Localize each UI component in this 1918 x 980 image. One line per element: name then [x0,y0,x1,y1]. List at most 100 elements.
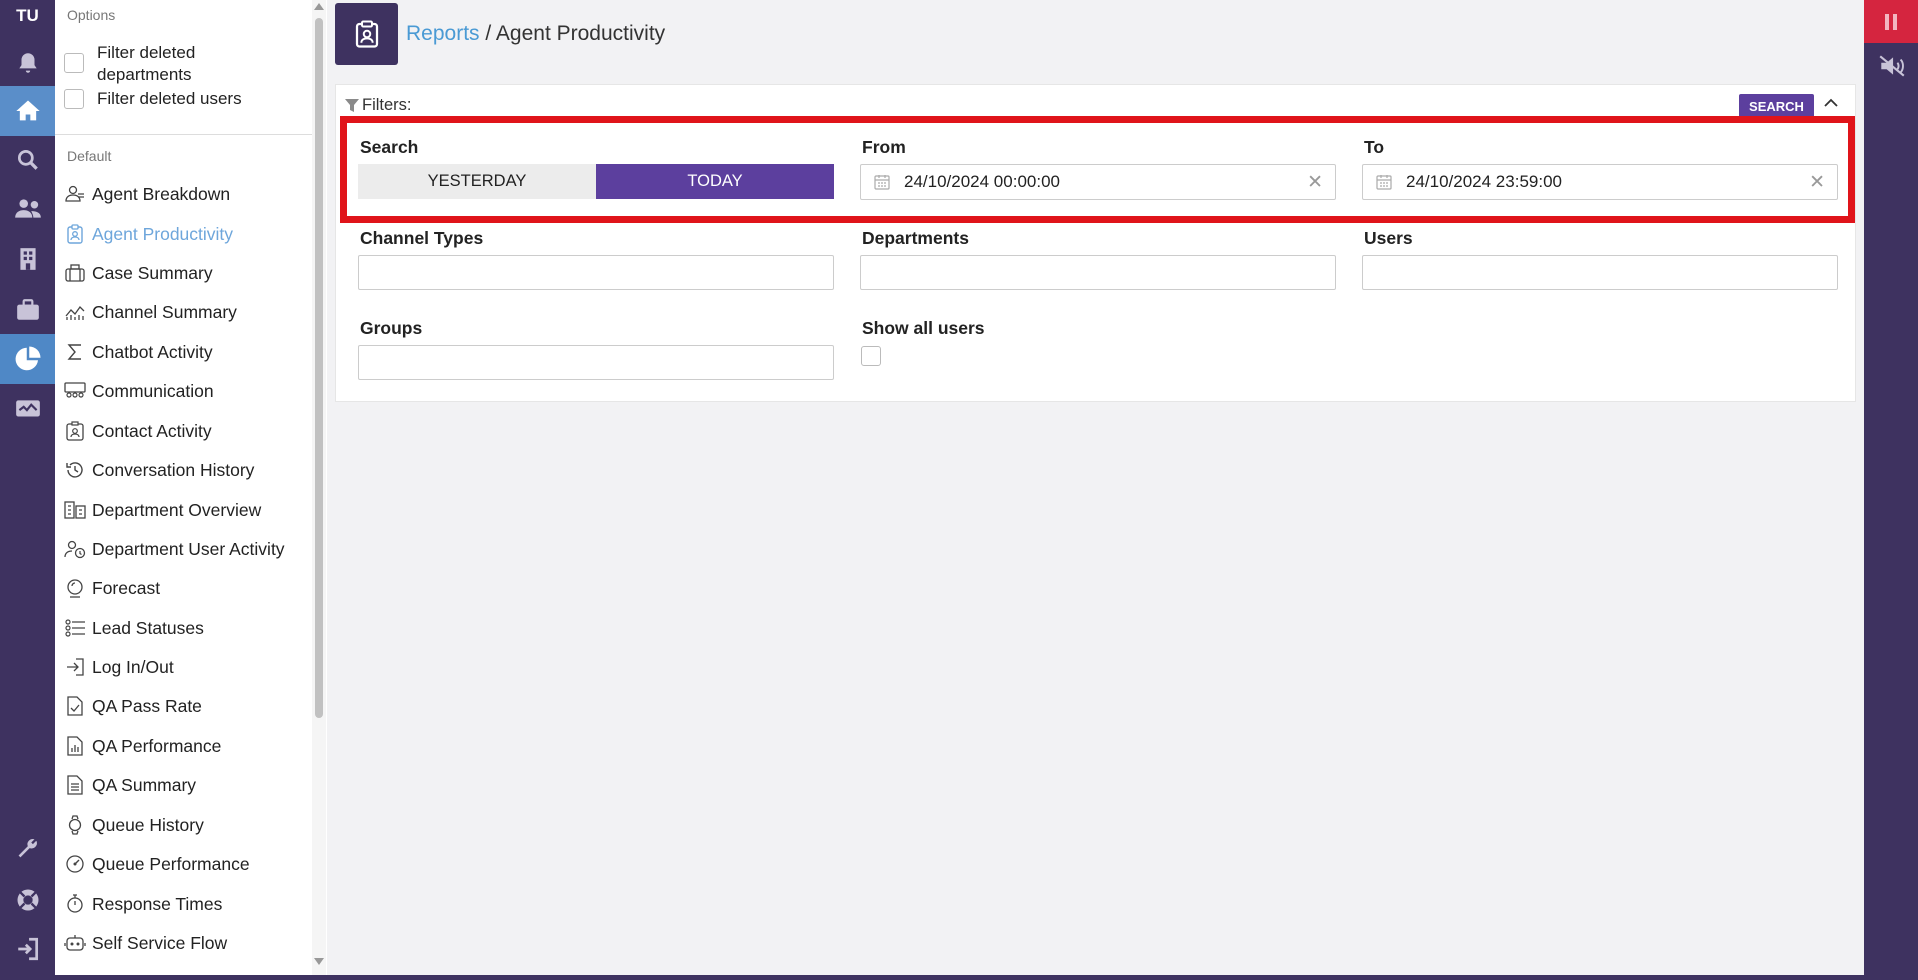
pause-button[interactable] [1864,0,1918,43]
history-icon [64,459,86,481]
briefcase-icon [64,262,86,284]
options-heading: Options [67,7,116,23]
show-all-users-checkbox[interactable] [861,346,881,366]
to-date-field[interactable]: 24/10/2024 23:59:00 ✕ [1362,164,1838,200]
sidebar-divider [55,134,313,135]
users-icon[interactable] [0,184,55,234]
sidebar-item-label: QA Pass Rate [92,695,202,716]
sidebar-item-channel-summary[interactable]: Channel Summary [64,298,237,326]
calendar-icon [1376,174,1392,190]
wrench-icon[interactable] [0,824,55,874]
mute-icon[interactable] [1877,53,1907,84]
filters-panel: Filters: SEARCH Search YESTERDAY TODAY F… [335,84,1856,402]
collapse-chevron-icon[interactable] [1824,95,1838,111]
building-icon[interactable] [0,234,55,284]
filter-deleted-users-checkbox[interactable] [64,89,84,109]
search-label: Search [360,137,419,157]
from-date-field[interactable]: 24/10/2024 00:00:00 ✕ [860,164,1336,200]
sidebar-item-forecast[interactable]: Forecast [64,574,160,602]
sidebar-scrollbar[interactable] [312,0,326,980]
sidebar-item-agent-breakdown[interactable]: Agent Breakdown [64,180,230,208]
sidebar-item-qa-performance[interactable]: QA Performance [64,732,221,760]
filters-header[interactable]: Filters: [345,96,412,115]
user-breakdown-icon [64,183,86,205]
sidebar-item-label: Agent Productivity [92,223,234,244]
bottom-edge [0,975,1918,980]
sidebar-item-conversation-history[interactable]: Conversation History [64,456,254,484]
departments-select[interactable] [860,255,1336,290]
scroll-up-arrow-icon[interactable] [314,3,324,10]
sidebar-item-qa-pass-rate[interactable]: QA Pass Rate [64,692,202,720]
sidebar-item-case-summary[interactable]: Case Summary [64,259,213,287]
yesterday-button[interactable]: YESTERDAY [358,164,596,199]
report-badge [335,3,398,65]
breadcrumb-reports-link[interactable]: Reports [406,22,480,45]
date-preset-toggle: YESTERDAY TODAY [358,164,834,199]
filter-icon [345,99,359,112]
sidebar-item-self-service-flow[interactable]: Self Service Flow [64,929,227,957]
sidebar-item-label: Department User Activity [92,538,285,559]
groups-select[interactable] [358,345,834,380]
line-chart-icon [64,301,86,323]
clear-from-icon[interactable]: ✕ [1307,171,1323,194]
filter-deleted-departments-label: Filter deleted departments [97,43,196,84]
clear-to-icon[interactable]: ✕ [1809,171,1825,194]
sidebar-item-department-overview[interactable]: Department Overview [64,496,261,524]
bell-icon[interactable] [0,38,55,88]
department-icon [64,499,86,521]
doc-check-icon [64,695,86,717]
sidebar-item-label: Self Service Flow [92,932,228,953]
home-icon[interactable] [0,86,55,136]
contact-card-icon [64,420,86,442]
sidebar-item-response-times[interactable]: Response Times [64,890,222,918]
login-icon [64,656,86,678]
sidebar-item-department-user-activity[interactable]: Department User Activity [64,535,285,563]
filter-deleted-users-label: Filter deleted users [97,89,242,108]
breadcrumb: Reports / Agent Productivity [406,22,665,46]
sidebar-item-label: QA Performance [92,735,222,756]
sidebar-item-queue-history[interactable]: Queue History [64,811,204,839]
lifebuoy-icon[interactable] [0,875,55,925]
sidebar-item-label: QA Summary [92,774,197,795]
sidebar-item-chatbot-activity[interactable]: Chatbot Activity [64,338,213,366]
scrollbar-thumb[interactable] [315,18,323,718]
users-select[interactable] [1362,255,1838,290]
search-icon[interactable] [0,135,55,185]
sidebar-item-log-in-out[interactable]: Log In/Out [64,653,174,681]
default-heading: Default [67,148,112,164]
watch-icon [64,814,86,836]
today-button[interactable]: TODAY [596,164,834,199]
sidebar-item-lead-statuses[interactable]: Lead Statuses [64,614,204,642]
to-date-value: 24/10/2024 23:59:00 [1406,172,1562,191]
people-board-icon [64,380,86,402]
groups-label: Groups [360,318,423,338]
sidebar-item-qa-summary[interactable]: QA Summary [64,771,196,799]
channel-types-label: Channel Types [360,228,484,248]
from-label: From [862,137,906,157]
monitor-chart-icon[interactable] [0,384,55,434]
from-date-value: 24/10/2024 00:00:00 [904,172,1060,191]
to-label: To [1364,137,1385,157]
search-button[interactable]: SEARCH [1739,94,1814,118]
pie-chart-icon[interactable] [0,334,55,384]
sidebar-item-agent-productivity[interactable]: Agent Productivity [64,220,233,248]
briefcase-icon[interactable] [0,285,55,335]
gauge-icon [64,853,86,875]
channel-types-select[interactable] [358,255,834,290]
sidebar-item-label: Communication [92,380,214,401]
forecast-icon [64,577,86,599]
calendar-icon [874,174,890,190]
sidebar-item-label: Lead Statuses [92,617,204,638]
filter-deleted-departments-checkbox[interactable] [64,53,84,73]
brand-initials: TU [16,6,39,25]
departments-label: Departments [862,228,969,248]
sidebar-item-label: Department Overview [92,499,262,520]
sidebar-item-label: Agent Breakdown [92,183,231,204]
sidebar-item-queue-performance[interactable]: Queue Performance [64,850,250,878]
sidebar-item-communication[interactable]: Communication [64,377,214,405]
pause-icon [1885,13,1897,30]
doc-chart-icon [64,735,86,757]
logout-icon[interactable] [0,924,55,974]
sidebar-item-contact-activity[interactable]: Contact Activity [64,417,212,445]
scroll-down-arrow-icon[interactable] [314,958,324,965]
